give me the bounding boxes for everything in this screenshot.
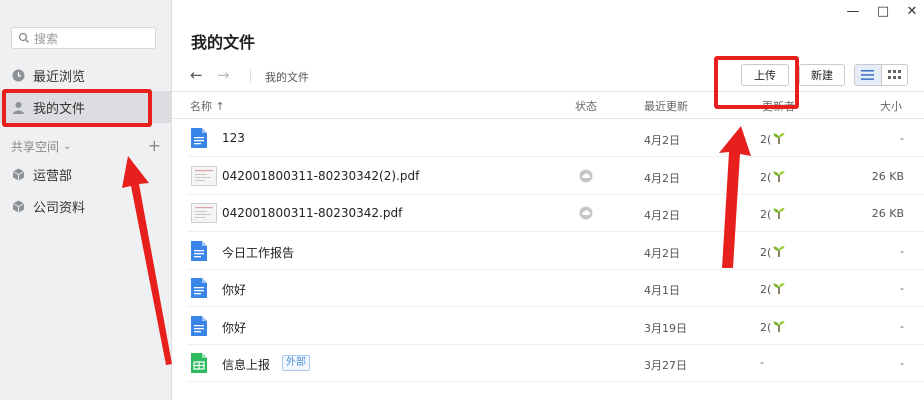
updated-date: 4月2日 [644, 209, 680, 222]
file-size: - [900, 282, 904, 295]
file-name[interactable]: 你好 [222, 281, 246, 298]
column-updated-header[interactable]: 最近更新 [644, 98, 688, 114]
updater: 2( [760, 131, 786, 148]
updater: 2( [760, 281, 786, 298]
list-view-icon[interactable] [855, 65, 882, 85]
updater-name: - [760, 356, 764, 369]
sidebar-item-recent[interactable]: 最近浏览 [0, 59, 172, 91]
pdf-file-icon [191, 203, 217, 223]
shared-space-header[interactable]: 共享空间 ⌄ + [11, 136, 161, 155]
table-row[interactable]: 123 4月2日 2( - [187, 120, 924, 157]
app-window: 搜索 最近浏览 我的文件 共享空间 ⌄ + 运营部 公司资料 — □ ✕ 我的文… [0, 0, 924, 400]
breadcrumb[interactable]: 我的文件 [265, 69, 309, 85]
back-button[interactable]: ← [190, 66, 203, 84]
sidebar-item-label: 运营部 [33, 168, 73, 184]
breadcrumb-divider [250, 70, 251, 82]
close-button[interactable]: ✕ [905, 4, 919, 19]
file-size: - [900, 132, 904, 145]
table-row[interactable]: 你好 4月1日 2( - [187, 270, 924, 307]
annotation-box-upload [714, 56, 799, 109]
updater: 2( [760, 169, 786, 186]
add-space-button[interactable]: + [148, 136, 161, 155]
spreadsheet-icon [191, 353, 207, 373]
updated-date: 3月19日 [644, 321, 687, 335]
document-icon [191, 278, 207, 298]
updated-date: 4月2日 [644, 134, 680, 147]
cloud-sync-icon [579, 206, 593, 223]
updater: - [760, 356, 764, 369]
table-row[interactable]: 042001800311-80230342(2).pdf 4月2日 2( 26 KB [187, 158, 924, 195]
updater-name: 2( [760, 283, 772, 296]
table-row[interactable]: 042001800311-80230342.pdf 4月2日 2( 26 KB [187, 195, 924, 232]
updater-name: 2( [760, 133, 772, 146]
sidebar-item-label: 最近浏览 [33, 69, 86, 85]
file-name[interactable]: 042001800311-80230342.pdf [222, 206, 402, 220]
search-icon [18, 32, 29, 43]
sprout-icon [771, 319, 786, 336]
file-size: 26 KB [871, 169, 904, 183]
updated-date: 4月1日 [644, 284, 680, 297]
sidebar-item-label: 公司资料 [33, 200, 86, 216]
updater: 2( [760, 244, 786, 261]
file-name[interactable]: 042001800311-80230342(2).pdf [222, 169, 419, 183]
forward-button[interactable]: → [217, 66, 230, 84]
toolbar: ← → 我的文件 上传 新建 [172, 62, 924, 90]
sidebar-item-company-docs[interactable]: 公司资料 [0, 190, 172, 222]
cube-icon [11, 167, 25, 181]
file-name[interactable]: 信息上报 [222, 356, 270, 373]
table-row[interactable]: 你好 3月19日 2( - [187, 308, 924, 345]
clock-icon [11, 68, 25, 82]
sidebar-item-operations[interactable]: 运营部 [0, 158, 172, 190]
document-icon [191, 128, 207, 148]
file-size: - [900, 319, 904, 333]
sprout-icon [771, 169, 786, 186]
file-size: 26 KB [871, 207, 904, 220]
sprout-icon [771, 131, 786, 148]
updater: 2( [760, 319, 786, 336]
column-status-header[interactable]: 状态 [575, 98, 597, 114]
updater: 2( [760, 206, 786, 223]
document-icon [191, 315, 207, 336]
search-placeholder: 搜索 [34, 31, 59, 46]
document-icon [191, 240, 207, 261]
updated-date: 4月2日 [644, 171, 680, 185]
page-title: 我的文件 [191, 33, 256, 52]
table-row[interactable]: 信息上报 外部 3月27日 - - [187, 345, 924, 382]
updater-name: 2( [760, 245, 772, 259]
sprout-icon [771, 281, 786, 298]
updated-date: 4月2日 [644, 246, 680, 260]
column-name-header[interactable]: 名称 ↑ [190, 98, 225, 114]
new-button[interactable]: 新建 [799, 64, 845, 86]
cloud-sync-icon [579, 169, 593, 186]
table-header: 名称 ↑ 状态 最近更新 更新者 大小 [172, 91, 924, 119]
updater-name: 2( [760, 320, 772, 334]
minimize-button[interactable]: — [846, 4, 860, 19]
sprout-icon [771, 244, 786, 261]
updater-name: 2( [760, 208, 772, 221]
chevron-down-icon: ⌄ [63, 140, 72, 152]
updated-date: 3月27日 [644, 359, 687, 372]
maximize-button[interactable]: □ [876, 4, 890, 19]
view-toggle [854, 64, 908, 86]
table-row[interactable]: 今日工作报告 4月2日 2( - [187, 233, 924, 270]
grid-view-icon[interactable] [882, 65, 908, 85]
sidebar: 搜索 最近浏览 我的文件 共享空间 ⌄ + 运营部 公司资料 [0, 0, 172, 400]
file-name[interactable]: 123 [222, 131, 245, 145]
file-size: - [900, 357, 904, 370]
updater-name: 2( [760, 170, 772, 184]
cube-icon [11, 199, 25, 213]
column-size-header[interactable]: 大小 [880, 98, 902, 114]
file-name[interactable]: 今日工作报告 [222, 244, 294, 261]
annotation-box-my-files [2, 89, 152, 127]
file-name[interactable]: 你好 [222, 319, 246, 336]
pdf-file-icon [191, 165, 217, 186]
sprout-icon [771, 206, 786, 223]
shared-space-title: 共享空间 [11, 139, 60, 154]
file-size: - [900, 244, 904, 258]
external-tag: 外部 [282, 355, 310, 371]
search-input[interactable]: 搜索 [11, 27, 156, 49]
